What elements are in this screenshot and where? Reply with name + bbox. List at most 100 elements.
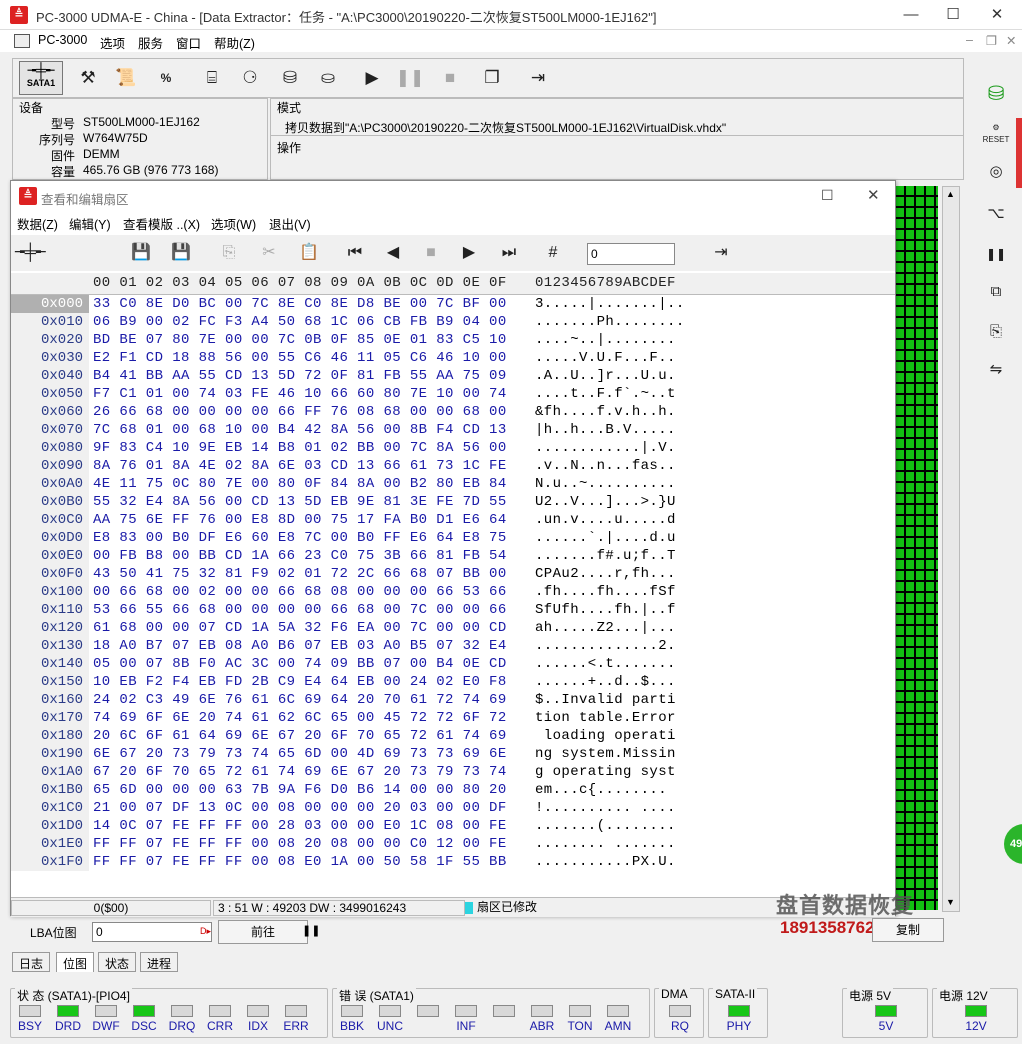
row-hex-bytes[interactable]: 74 69 6F 6E 20 74 61 62 6C 65 00 45 72 7…	[93, 709, 507, 727]
row-ascii[interactable]: U2..V...]...>.}U	[535, 493, 676, 511]
disk-stack-icon[interactable]: ⛁	[275, 63, 305, 93]
plug-icon[interactable]: ⇋	[980, 356, 1012, 384]
stop-icon[interactable]: ■	[417, 239, 445, 267]
exit-icon[interactable]: ⇥	[707, 239, 735, 267]
scroll-icon[interactable]: 📜	[111, 63, 141, 93]
tree-icon[interactable]: ⌸	[197, 63, 227, 93]
lba-input[interactable]	[92, 922, 212, 942]
row-ascii[interactable]: &fh....f.v.h..h.	[535, 403, 676, 421]
row-hex-bytes[interactable]: 20 6C 6F 61 64 69 6E 67 20 6F 70 65 72 6…	[93, 727, 507, 745]
menu-help[interactable]: 帮助(Z)	[214, 33, 255, 52]
hex-row[interactable]: 0x0F0 43 50 41 75 32 81 F9 02 01 72 2C 66…	[11, 565, 895, 583]
row-ascii[interactable]: N.u..~..........	[535, 475, 676, 493]
row-hex-bytes[interactable]: 8A 76 01 8A 4E 02 8A 6E 03 CD 13 66 61 7…	[93, 457, 507, 475]
paste-icon[interactable]: 📋	[295, 239, 323, 267]
row-hex-bytes[interactable]: 05 00 07 8B F0 AC 3C 00 74 09 BB 07 00 B…	[93, 655, 507, 673]
maximize-button[interactable]: ☐	[938, 4, 968, 26]
row-ascii[interactable]: ..............2.	[535, 637, 676, 655]
hex-row[interactable]: 0x150 10 EB F2 F4 EB FD 2B C9 E4 64 EB 00…	[11, 673, 895, 691]
hex-row[interactable]: 0x1B0 65 6D 00 00 00 63 7B 9A F6 D0 B6 14…	[11, 781, 895, 799]
menu-pc3000[interactable]: PC-3000	[38, 33, 87, 47]
port-icon[interactable]: ⌥	[980, 200, 1012, 228]
row-ascii[interactable]: .......Ph........	[535, 313, 685, 331]
row-ascii[interactable]: ah.....Z2...|...	[535, 619, 676, 637]
row-hex-bytes[interactable]: 10 EB F2 F4 EB FD 2B C9 E4 64 EB 00 24 0…	[93, 673, 507, 691]
hex-row[interactable]: 0x010 06 B9 00 02 FC F3 A4 50 68 1C 06 CB…	[11, 313, 895, 331]
hex-row[interactable]: 0x160 24 02 C3 49 6E 76 61 6C 69 64 20 70…	[11, 691, 895, 709]
hex-row[interactable]: 0x1E0 FF FF 07 FE FF FF 00 08 20 08 00 00…	[11, 835, 895, 853]
hex-row[interactable]: 0x090 8A 76 01 8A 4E 02 8A 6E 03 CD 13 66…	[11, 457, 895, 475]
editor-maximize-button[interactable]: ☐	[821, 187, 834, 204]
save-as-icon[interactable]: 💾	[167, 239, 195, 267]
stop-icon[interactable]: ■	[435, 63, 465, 93]
hex-row[interactable]: 0x0C0 AA 75 6E FF 76 00 E8 8D 00 75 17 FA…	[11, 511, 895, 529]
row-hex-bytes[interactable]: FF FF 07 FE FF FF 00 08 E0 1A 00 50 58 1…	[93, 853, 507, 871]
hex-row[interactable]: 0x0A0 4E 11 75 0C 80 7E 00 80 0F 84 8A 00…	[11, 475, 895, 493]
hex-row[interactable]: 0x120 61 68 00 00 07 CD 1A 5A 32 F6 EA 00…	[11, 619, 895, 637]
row-hex-bytes[interactable]: FF FF 07 FE FF FF 00 08 20 08 00 00 C0 1…	[93, 835, 507, 853]
row-ascii[interactable]: tion table.Error	[535, 709, 676, 727]
row-ascii[interactable]: !.......... ....	[535, 799, 676, 817]
scroll-down-icon[interactable]: ▼	[946, 897, 955, 907]
percent-icon[interactable]: %	[151, 63, 181, 93]
menu-window[interactable]: 窗口	[176, 33, 201, 52]
tab-status[interactable]: 状态	[98, 952, 137, 972]
row-ascii[interactable]: .v..N..n...fas..	[535, 457, 676, 475]
last-sector-icon[interactable]: ⏭	[495, 239, 523, 267]
row-hex-bytes[interactable]: E8 83 00 B0 DF E6 60 E8 7C 00 B0 FF E6 6…	[93, 529, 507, 547]
close-button[interactable]: ✕	[982, 4, 1012, 26]
mdi-system-icon[interactable]	[14, 34, 30, 48]
hex-row[interactable]: 0x180 20 6C 6F 61 64 69 6E 67 20 6F 70 65…	[11, 727, 895, 745]
row-ascii[interactable]: ...........PX.U.	[535, 853, 676, 871]
row-hex-bytes[interactable]: 61 68 00 00 07 CD 1A 5A 32 F6 EA 00 7C 0…	[93, 619, 507, 637]
row-ascii[interactable]: ......+..d..$...	[535, 673, 676, 691]
hex-row[interactable]: 0x050 F7 C1 01 00 74 03 FE 46 10 66 60 80…	[11, 385, 895, 403]
hex-row[interactable]: 0x130 18 A0 B7 07 EB 08 A0 B6 07 EB 03 A0…	[11, 637, 895, 655]
hex-row[interactable]: 0x1D0 14 0C 07 FE FF FF 00 28 03 00 00 E0…	[11, 817, 895, 835]
row-hex-bytes[interactable]: 24 02 C3 49 6E 76 61 6C 69 64 20 70 61 7…	[93, 691, 507, 709]
tab-log[interactable]: 日志	[12, 952, 51, 972]
cut-icon[interactable]: ✂	[255, 239, 283, 267]
row-hex-bytes[interactable]: F7 C1 01 00 74 03 FE 46 10 66 60 80 7E 1…	[93, 385, 507, 403]
windows-icon[interactable]: ❐	[477, 63, 507, 93]
tab-process[interactable]: 进程	[140, 952, 179, 972]
hex-row[interactable]: 0x000 33 C0 8E D0 BC 00 7C 8E C0 8E D8 BE…	[11, 295, 895, 313]
row-hex-bytes[interactable]: 4E 11 75 0C 80 7E 00 80 0F 84 8A 00 B2 8…	[93, 475, 507, 493]
goto-number-icon[interactable]: #	[539, 239, 567, 267]
row-ascii[interactable]: SfUfh....fh.|..f	[535, 601, 676, 619]
menu-options[interactable]: 选项	[100, 33, 125, 52]
row-hex-bytes[interactable]: AA 75 6E FF 76 00 E8 8D 00 75 17 FA B0 D…	[93, 511, 507, 529]
row-hex-bytes[interactable]: 7C 68 01 00 68 10 00 B4 42 8A 56 00 8B F…	[93, 421, 507, 439]
tools-icon[interactable]: ⚒	[73, 63, 103, 93]
mdi-close-button[interactable]: ✕	[1006, 33, 1016, 48]
pause-icon[interactable]: ❚❚	[980, 240, 1012, 268]
row-hex-bytes[interactable]: 65 6D 00 00 00 63 7B 9A F6 D0 B6 14 00 0…	[93, 781, 507, 799]
reset-button[interactable]: ⚙ RESET	[980, 122, 1012, 150]
hex-row[interactable]: 0x040 B4 41 BB AA 55 CD 13 5D 72 0F 81 FB…	[11, 367, 895, 385]
go-button[interactable]: 前往	[218, 920, 308, 944]
row-hex-bytes[interactable]: 14 0C 07 FE FF FF 00 28 03 00 00 E0 1C 0…	[93, 817, 507, 835]
scroll-up-icon[interactable]: ▲	[946, 189, 955, 199]
pause-icon[interactable]: ❚❚	[302, 924, 320, 937]
row-hex-bytes[interactable]: 33 C0 8E D0 BC 00 7C 8E C0 8E D8 BE 00 7…	[93, 295, 507, 313]
row-hex-bytes[interactable]: 43 50 41 75 32 81 F9 02 01 72 2C 66 68 0…	[93, 565, 507, 583]
editor-menu-edit[interactable]: 编辑(Y)	[69, 214, 111, 233]
tab-bitmap[interactable]: 位图	[56, 952, 95, 972]
mdi-minimize-button[interactable]: –	[966, 33, 973, 47]
row-ascii[interactable]: ....~..|........	[535, 331, 676, 349]
hex-row[interactable]: 0x110 53 66 55 66 68 00 00 00 00 66 68 00…	[11, 601, 895, 619]
editor-close-button[interactable]: ✕	[867, 186, 880, 204]
row-hex-bytes[interactable]: 26 66 68 00 00 00 00 66 FF 76 08 68 00 0…	[93, 403, 507, 421]
row-hex-bytes[interactable]: 55 32 E4 8A 56 00 CD 13 5D EB 9E 81 3E F…	[93, 493, 507, 511]
row-hex-bytes[interactable]: 21 00 07 DF 13 0C 00 08 00 00 00 20 03 0…	[93, 799, 507, 817]
row-hex-bytes[interactable]: 06 B9 00 02 FC F3 A4 50 68 1C 06 CB FB B…	[93, 313, 507, 331]
row-ascii[interactable]: |h..h...B.V.....	[535, 421, 676, 439]
row-ascii[interactable]: .....V.U.F...F..	[535, 349, 676, 367]
disk-export-icon[interactable]: ⛀	[313, 63, 343, 93]
database-icon[interactable]: ⛁	[980, 80, 1012, 108]
hex-row[interactable]: 0x1A0 67 20 6F 70 65 72 61 74 69 6E 67 20…	[11, 763, 895, 781]
copy-button[interactable]: 复制	[872, 918, 944, 942]
binoculars-icon[interactable]: ⚆	[235, 63, 265, 93]
row-ascii[interactable]: CPAu2....r,fh...	[535, 565, 676, 583]
row-ascii[interactable]: .fh....fh....fSf	[535, 583, 676, 601]
